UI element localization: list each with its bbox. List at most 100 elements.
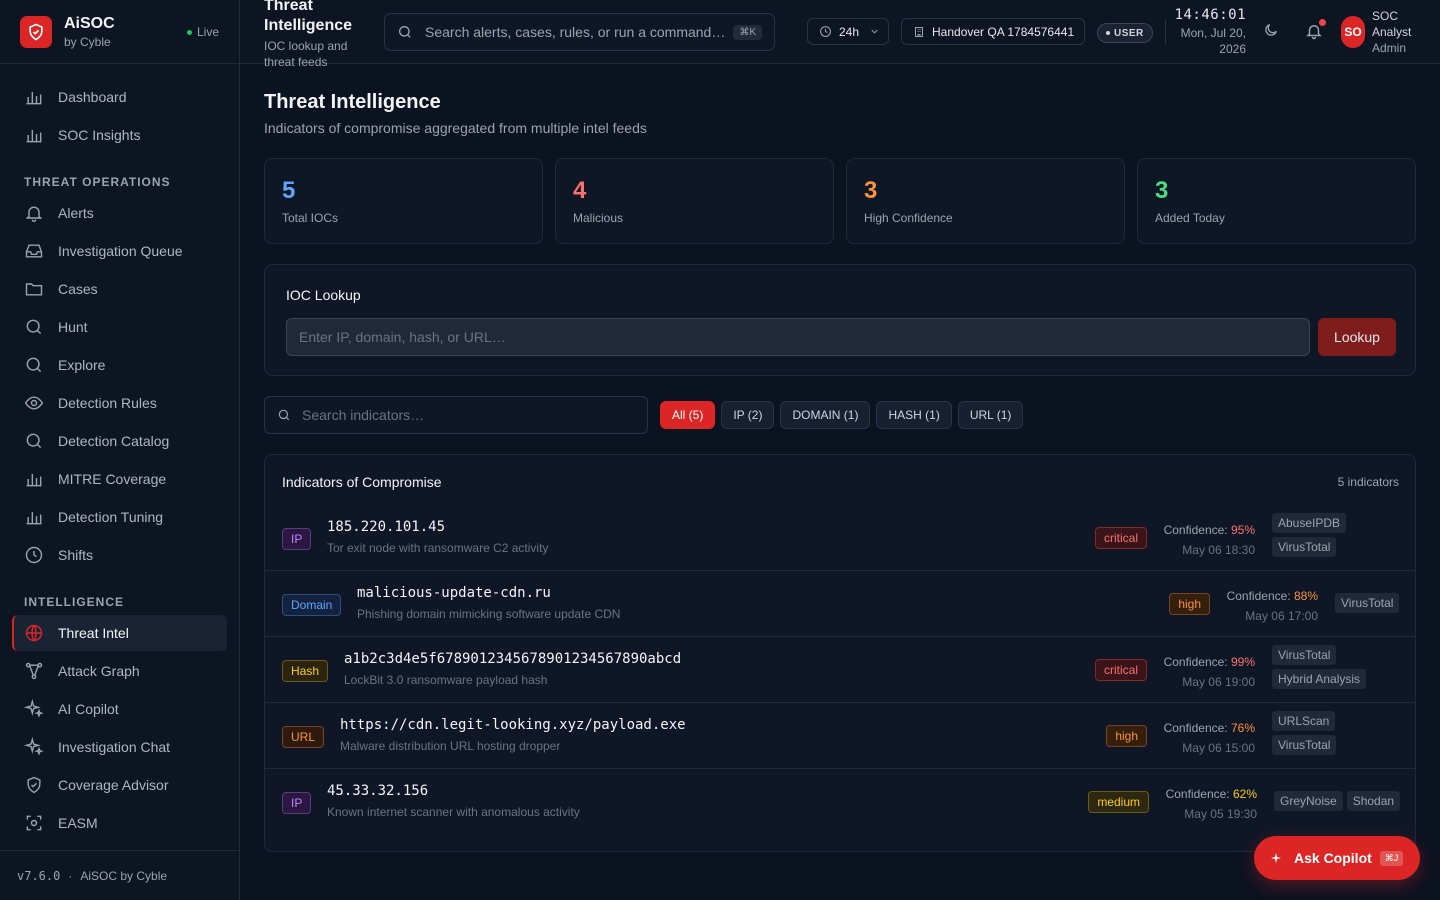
search-icon [278, 409, 290, 421]
filter-chip-domain[interactable]: DOMAIN (1) [780, 401, 871, 429]
source-tag: Shodan [1346, 791, 1401, 811]
source-tag: VirusTotal [1272, 537, 1337, 557]
clock-icon [25, 546, 43, 564]
source-tags: AbuseIPDB VirusTotal [1272, 513, 1347, 561]
global-search[interactable]: Search alerts, cases, rules, or run a co… [384, 13, 775, 51]
ask-copilot-button[interactable]: Ask Copilot ⌘J [1254, 836, 1420, 880]
sidebar-item-label: Detection Rules [58, 395, 157, 411]
filter-chip-hash[interactable]: HASH (1) [876, 401, 952, 429]
ioc-description: Tor exit node with ransomware C2 activit… [327, 541, 549, 555]
ioc-description: Known internet scanner with anomalous ac… [327, 805, 580, 819]
stat-card-total: 5 Total IOCs [264, 158, 543, 244]
filter-chip-url[interactable]: URL (1) [957, 401, 1024, 429]
table-row[interactable]: IP 45.33.32.156 Known internet scanner wit… [265, 769, 1415, 835]
sidebar-item-cases[interactable]: Cases [12, 271, 227, 307]
nav-section-threat-operations: THREAT OPERATIONS [24, 175, 171, 189]
sidebar-item-detection-tuning[interactable]: Detection Tuning [12, 499, 227, 535]
filter-chip-all[interactable]: All (5) [660, 401, 716, 429]
ioc-value[interactable]: malicious-update-cdn.ru [357, 585, 551, 601]
ioc-value[interactable]: a1b2c3d4e5f6789012345678901234567890abcd [344, 651, 681, 667]
sidebar-item-coverage-advisor[interactable]: Coverage Advisor [12, 767, 227, 803]
sidebar-item-investigation-queue[interactable]: Investigation Queue [12, 233, 227, 269]
shield-logo-icon[interactable] [20, 15, 52, 48]
ioc-table-title: Indicators of Compromise [282, 474, 442, 490]
ioc-timestamp: May 06 15:00 [1182, 741, 1255, 755]
stat-value: 3 [1155, 177, 1169, 204]
lookup-button[interactable]: Lookup [1318, 318, 1396, 356]
avatar[interactable]: SO [1341, 16, 1365, 48]
topbar-divider [1165, 20, 1166, 44]
sidebar-item-investigation-chat[interactable]: Investigation Chat [12, 729, 227, 765]
sidebar-item-label: Investigation Queue [58, 243, 183, 259]
notification-dot [1319, 19, 1326, 26]
sidebar-item-alerts[interactable]: Alerts [12, 195, 227, 231]
severity-badge: critical [1094, 659, 1147, 681]
sidebar-item-hunt[interactable]: Hunt [12, 309, 227, 345]
search-icon [26, 433, 42, 449]
version-label: v7.6.0 [17, 868, 61, 883]
sidebar-item-soc-insights[interactable]: SOC Insights [12, 117, 227, 153]
search-icon [399, 26, 411, 38]
time-range-select[interactable]: 24h [807, 18, 889, 45]
ioc-value[interactable]: https://cdn.legit-looking.xyz/payload.ex… [340, 717, 686, 733]
sidebar-item-ai-copilot[interactable]: AI Copilot [12, 691, 227, 727]
sidebar-item-label: Alerts [58, 205, 94, 221]
nav-section-intelligence: INTELLIGENCE [24, 595, 125, 609]
topbar-title-block: Threat Intelligence IOC lookup and threa… [264, 0, 374, 70]
sidebar-item-shifts[interactable]: Shifts [12, 537, 227, 573]
copilot-shortcut: ⌘J [1379, 850, 1404, 866]
confidence-value: 99% [1230, 655, 1255, 669]
sidebar-item-detection-catalog[interactable]: Detection Catalog [12, 423, 227, 459]
global-search-placeholder: Search alerts, cases, rules, or run a co… [425, 24, 725, 40]
sidebar-item-dashboard[interactable]: Dashboard [12, 79, 227, 115]
confidence-value: 76% [1230, 721, 1255, 735]
brand-subtitle: by Cyble [64, 34, 111, 49]
ioc-table: Indicators of Compromise 5 indicators IP… [264, 454, 1416, 852]
sidebar-item-label: Threat Intel [58, 625, 129, 641]
table-row[interactable]: Domain malicious-update-cdn.ru Phishing do… [265, 571, 1415, 637]
topbar: Threat Intelligence IOC lookup and threa… [240, 0, 1440, 69]
theme-toggle[interactable] [1263, 22, 1279, 43]
filter-chip-ip[interactable]: IP (2) [721, 401, 775, 429]
clock: 14:46:01 Mon, Jul 20, 2026 [1170, 7, 1246, 57]
ioc-type-badge: IP [282, 792, 312, 814]
stat-label: High Confidence [864, 211, 953, 225]
sidebar-item-detection-rules[interactable]: Detection Rules [12, 385, 227, 421]
inbox-icon [25, 244, 43, 258]
confidence-value: 88% [1293, 589, 1318, 603]
sidebar-item-mitre-coverage[interactable]: MITRE Coverage [12, 461, 227, 497]
ioc-value[interactable]: 185.220.101.45 [327, 519, 445, 535]
profile-info[interactable]: SOC Analyst Admin [1372, 8, 1432, 56]
sidebar-item-explore[interactable]: Explore [12, 347, 227, 383]
sparkle-icon [1271, 853, 1281, 863]
ioc-lookup-input[interactable] [286, 318, 1310, 356]
ioc-type-badge: Domain [282, 594, 342, 616]
topbar-subtitle: IOC lookup and threat feeds [264, 39, 348, 69]
live-dot-icon [186, 29, 192, 35]
indicator-search-input[interactable]: Search indicators… [264, 396, 648, 434]
sidebar-item-label: Hunt [58, 319, 88, 335]
brand-header: AiSOC by Cyble Live [0, 0, 239, 64]
stat-label: Total IOCs [282, 211, 339, 225]
ioc-type-badge: URL [282, 726, 325, 748]
source-tag: VirusTotal [1272, 735, 1337, 755]
source-tags: GreyNoise Shodan [1274, 791, 1404, 811]
bar-chart-icon [26, 474, 42, 487]
severity-badge: high [1106, 725, 1147, 747]
building-icon [915, 26, 923, 37]
ioc-timestamp: May 05 19:30 [1184, 807, 1257, 821]
table-row[interactable]: URL https://cdn.legit-looking.xyz/payload… [265, 703, 1415, 769]
ioc-value[interactable]: 45.33.32.156 [327, 783, 428, 799]
sidebar-item-label: AI Copilot [58, 701, 119, 717]
sidebar-nav: Dashboard SOC Insights THREAT OPERATIONS … [0, 64, 239, 841]
source-tag: AbuseIPDB [1272, 513, 1347, 533]
table-row[interactable]: IP 185.220.101.45 Tor exit node with ranso… [265, 505, 1415, 571]
sidebar-item-attack-graph[interactable]: Attack Graph [12, 653, 227, 689]
sidebar-item-easm[interactable]: EASM [12, 805, 227, 841]
stat-card-malicious: 4 Malicious [555, 158, 834, 244]
source-tags: VirusTotal Hybrid Analysis [1272, 645, 1367, 693]
sidebar-item-threat-intel[interactable]: Threat Intel [12, 615, 227, 651]
table-row[interactable]: Hash a1b2c3d4e5f6789012345678901234567890… [265, 637, 1415, 703]
ioc-description: LockBit 3.0 ransomware payload hash [344, 673, 548, 687]
handover-button[interactable]: Handover QA 1784576441 [901, 18, 1085, 45]
